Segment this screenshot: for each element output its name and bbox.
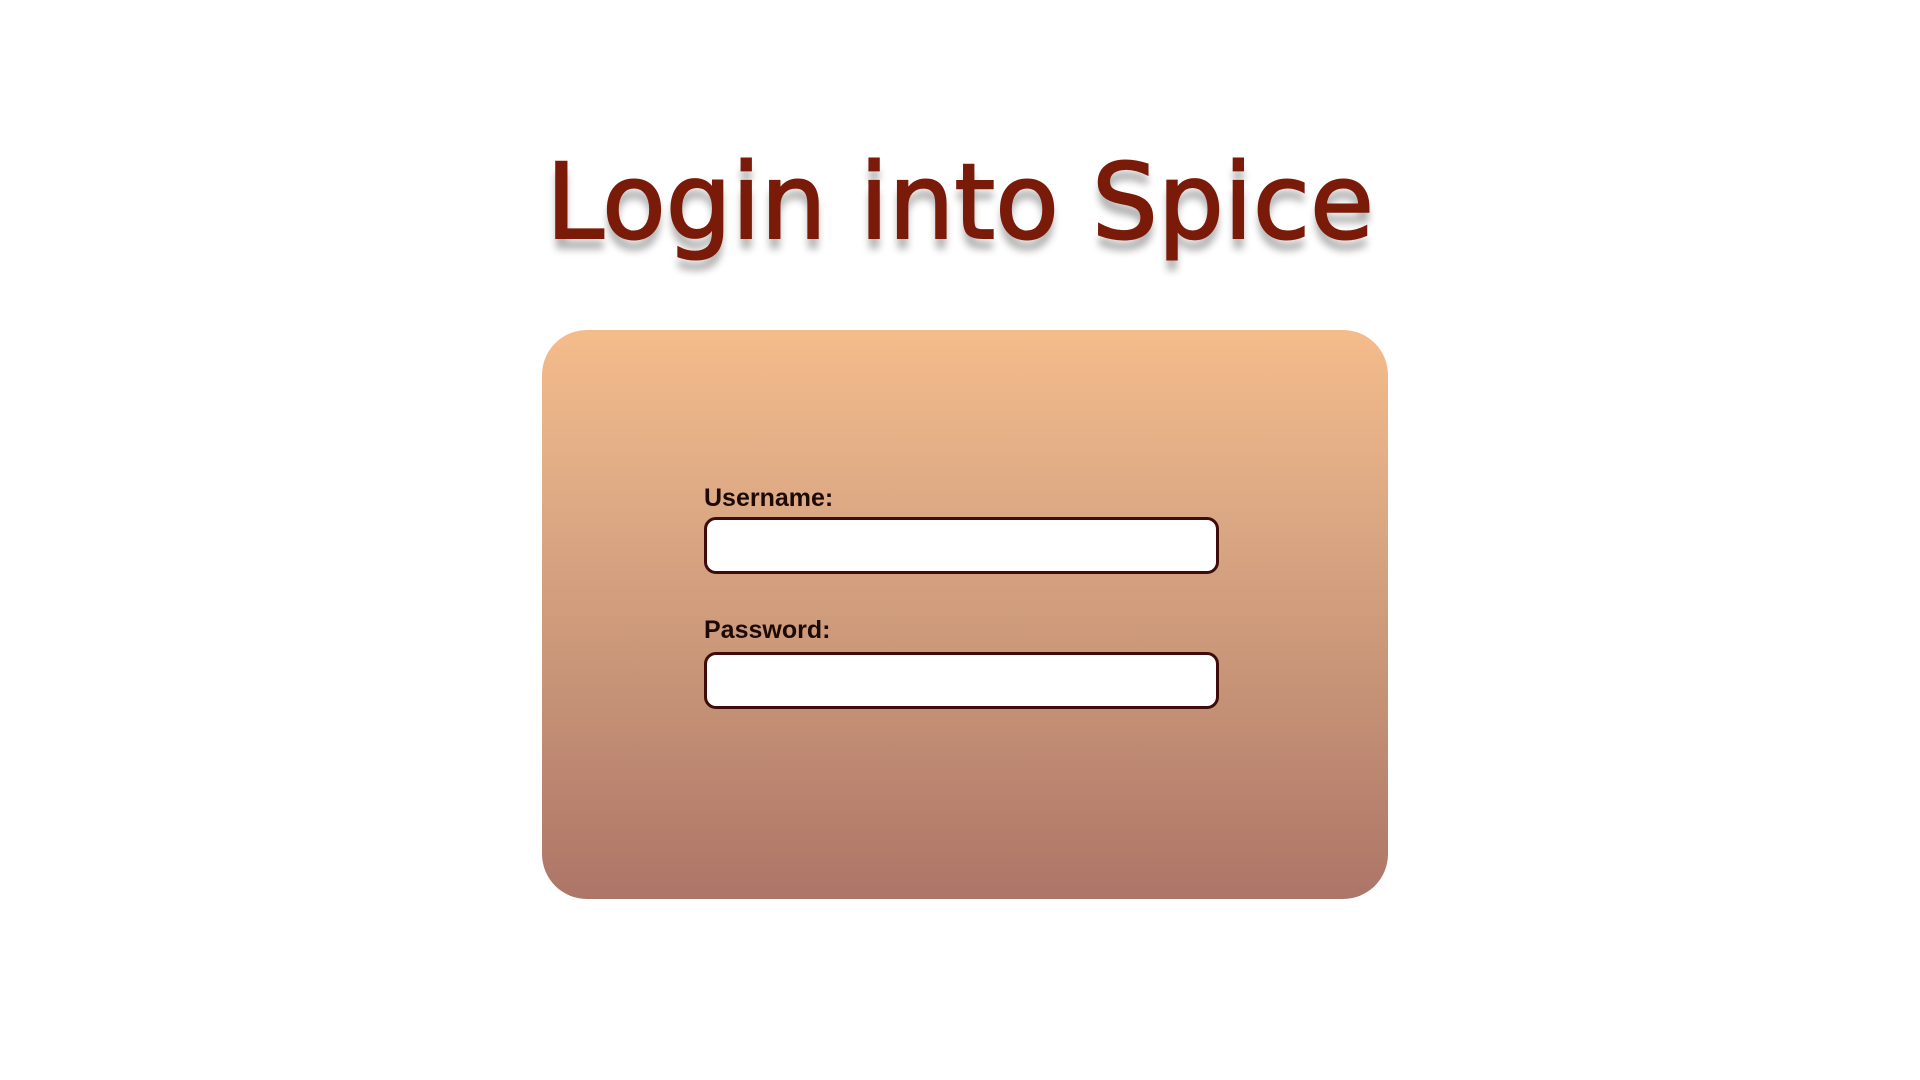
username-label: Username: [704, 484, 834, 512]
password-label: Password: [704, 616, 831, 644]
page-title: Login into Spice [545, 140, 1375, 264]
login-card: Username: Password: [542, 330, 1388, 899]
password-input[interactable] [704, 652, 1219, 709]
username-input[interactable] [704, 517, 1219, 574]
